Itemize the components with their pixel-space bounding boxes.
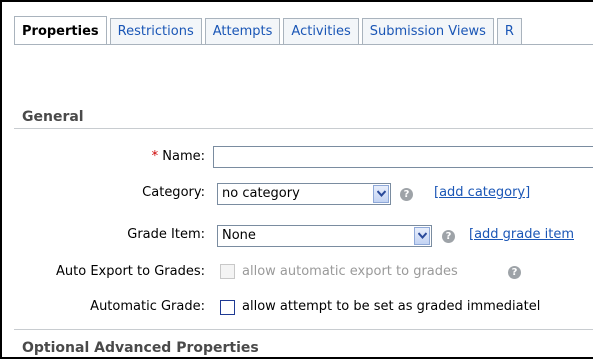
name-label-text: Name: — [162, 149, 205, 164]
grade-item-selected-value: None — [222, 228, 256, 243]
auto-export-checkbox-label: allow automatic export to grades — [242, 264, 458, 279]
grade-item-label: Grade Item: — [127, 227, 205, 242]
tab-restrictions[interactable]: Restrictions — [109, 18, 202, 44]
required-marker: * — [151, 149, 159, 164]
name-input[interactable] — [213, 146, 593, 168]
tab-r-truncated[interactable]: R — [496, 18, 522, 44]
quiz-properties-panel: Properties Restrictions Attempts Activit… — [0, 0, 593, 359]
tab-submission-views[interactable]: Submission Views — [361, 18, 494, 44]
section-title-optional-advanced[interactable]: Optional Advanced Properties — [22, 340, 259, 356]
grade-item-select[interactable]: None — [217, 225, 432, 247]
automatic-grade-checkbox[interactable] — [220, 300, 235, 315]
name-label: * Name: — [152, 149, 205, 164]
help-icon[interactable]: ? — [442, 230, 455, 243]
auto-export-checkbox[interactable] — [220, 264, 235, 279]
category-selected-value: no category — [222, 186, 300, 201]
section-divider — [14, 329, 593, 330]
tab-properties[interactable]: Properties — [14, 16, 107, 44]
section-title-general: General — [22, 109, 84, 125]
help-icon[interactable]: ? — [400, 188, 413, 201]
section-divider — [14, 128, 593, 129]
category-label: Category: — [142, 185, 205, 200]
chevron-down-icon[interactable] — [373, 185, 389, 203]
help-icon[interactable]: ? — [508, 266, 521, 279]
automatic-grade-checkbox-label: allow attempt to be set as graded immedi… — [242, 299, 541, 314]
tab-strip: Properties Restrictions Attempts Activit… — [14, 16, 525, 44]
category-select[interactable]: no category — [217, 183, 391, 205]
tab-attempts[interactable]: Attempts — [204, 18, 281, 44]
tab-activities[interactable]: Activities — [283, 18, 359, 44]
tab-strip-divider — [14, 44, 593, 45]
add-grade-item-link[interactable]: [add grade item — [469, 227, 574, 242]
add-category-link[interactable]: [add category] — [434, 185, 530, 200]
auto-export-label: Auto Export to Grades: — [56, 264, 205, 279]
automatic-grade-label: Automatic Grade: — [90, 299, 205, 314]
chevron-down-icon[interactable] — [414, 227, 430, 245]
